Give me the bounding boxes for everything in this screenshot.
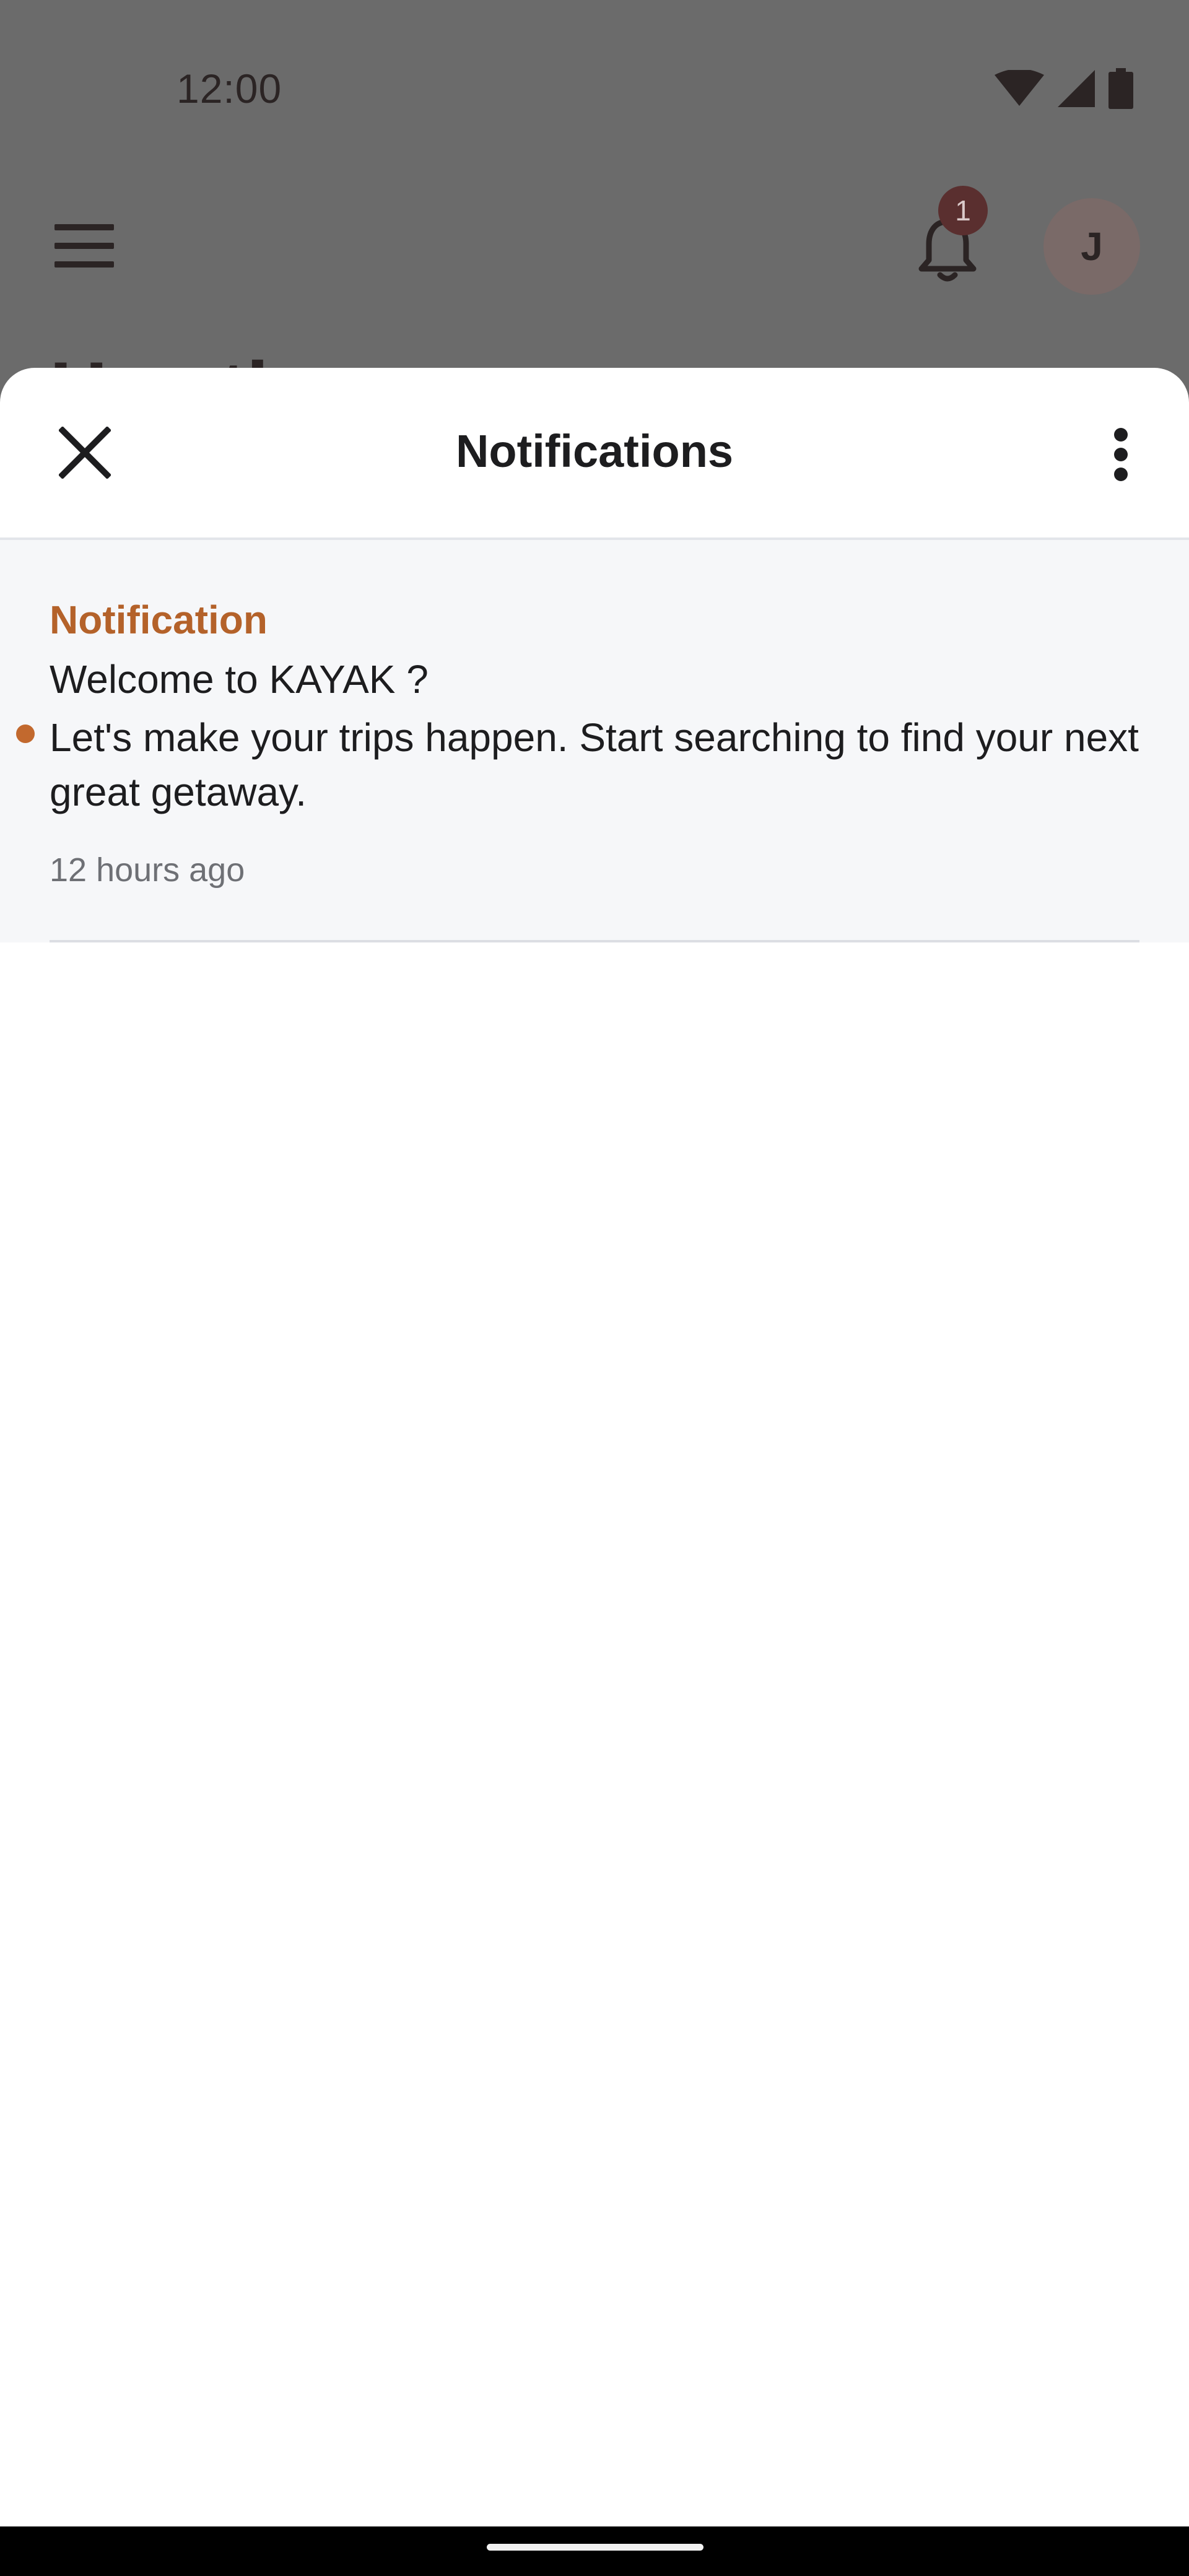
screen: 12:00 1 J Notifications Notification Wel… xyxy=(0,0,1189,2576)
status-bar: 12:00 xyxy=(0,0,1189,186)
status-icons xyxy=(995,68,1133,109)
sheet-header: Notifications xyxy=(0,368,1189,540)
home-indicator[interactable] xyxy=(487,2544,703,2551)
notification-title: Welcome to KAYAK ? xyxy=(50,657,429,702)
notification-divider xyxy=(50,940,1139,942)
status-time: 12:00 xyxy=(176,66,282,111)
more-options-button[interactable] xyxy=(1090,417,1152,492)
sheet-title: Notifications xyxy=(455,425,734,477)
battery-icon xyxy=(1108,68,1133,109)
avatar: J xyxy=(1043,198,1140,295)
menu-icon xyxy=(54,224,114,268)
more-vert-icon xyxy=(1114,428,1128,481)
system-nav-bar xyxy=(0,2526,1189,2576)
signal-icon xyxy=(1058,70,1095,107)
notification-count-badge: 1 xyxy=(938,186,988,235)
notification-time: 12 hours ago xyxy=(50,851,245,889)
notification-item[interactable]: Notification Welcome to KAYAK ? Let's ma… xyxy=(0,540,1189,942)
wifi-icon xyxy=(995,70,1044,106)
notifications-sheet: Notifications Notification Welcome to KA… xyxy=(0,368,1189,2526)
notification-category: Notification xyxy=(50,598,268,642)
unread-dot-icon xyxy=(16,724,35,743)
notification-body: Let's make your trips happen. Start sear… xyxy=(50,715,1139,814)
